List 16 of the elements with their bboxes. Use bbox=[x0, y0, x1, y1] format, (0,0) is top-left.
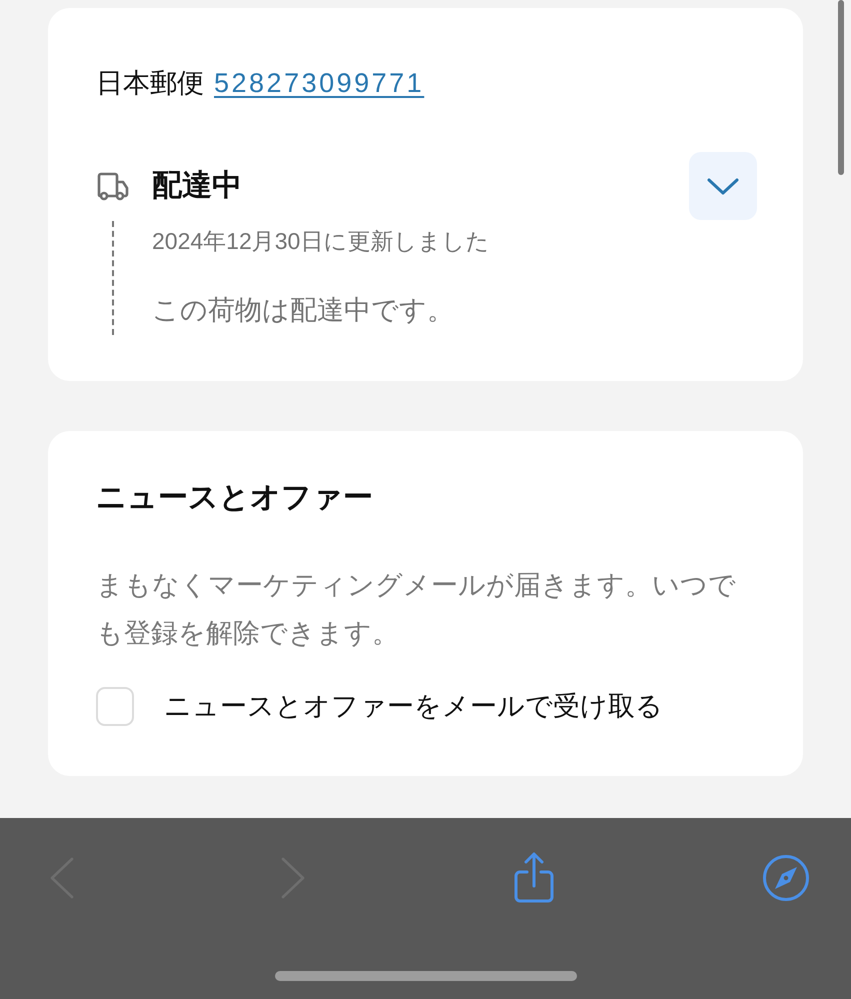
news-description: まもなくマーケティングメールが届きます。いつでも登録を解除できます。 bbox=[96, 569, 737, 650]
updated-date: 2024年12月30日に更新しました bbox=[152, 227, 490, 256]
chevron-icon bbox=[707, 178, 739, 194]
truck-icon bbox=[96, 171, 130, 201]
checkbox[interactable] bbox=[96, 686, 134, 726]
status-message: この荷物は配達中です。 bbox=[152, 294, 455, 327]
checkbox-label: ニュースとオファーをメールで受け取る bbox=[164, 690, 663, 723]
status-heading: 配達中 bbox=[152, 168, 243, 204]
tracking-link[interactable]: 528273099771 bbox=[214, 63, 424, 103]
compass-icon bbox=[762, 854, 810, 902]
carrier-name: 日本郵便 bbox=[96, 67, 204, 100]
share-button[interactable] bbox=[512, 852, 555, 904]
news-title: ニュースとオファー bbox=[96, 480, 374, 516]
share-icon bbox=[512, 852, 555, 904]
browser-button[interactable] bbox=[762, 854, 810, 902]
expand-button[interactable] bbox=[689, 152, 757, 220]
